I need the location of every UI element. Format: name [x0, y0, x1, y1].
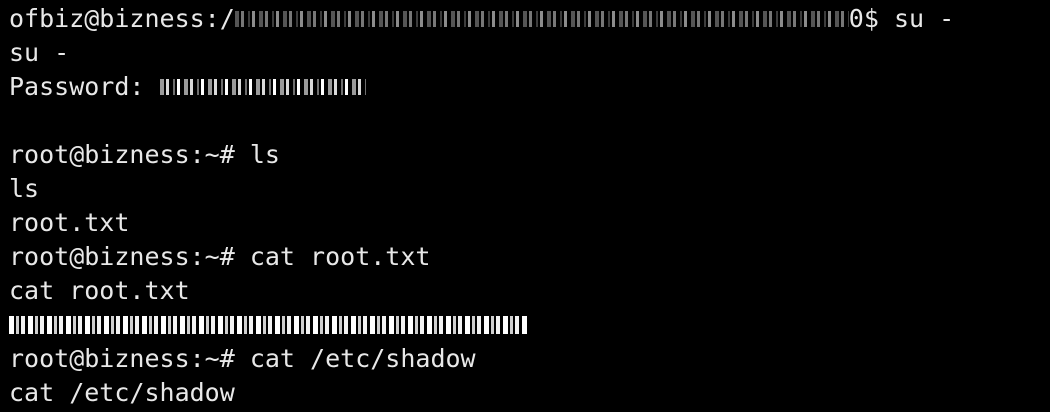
terminal-line: su - — [9, 36, 1050, 70]
terminal-line: ofbiz@bizness:/ 0$ su - — [9, 2, 1050, 36]
shell-prompt: root@bizness:~# — [9, 344, 235, 373]
command-text: cat /etc/shadow — [234, 344, 476, 373]
terminal-line — [9, 308, 1050, 342]
terminal-line: cat root.txt — [9, 274, 1050, 308]
command-text: cat root.txt — [234, 242, 431, 271]
redacted-password — [159, 79, 366, 95]
shell-prompt: ofbiz@bizness:/ — [9, 4, 235, 33]
output-text: ls — [9, 174, 40, 203]
terminal-line: Password: — [9, 70, 1050, 104]
shell-prompt: root@bizness:~# — [9, 242, 235, 271]
shell-prompt: root@bizness:~# — [9, 140, 235, 169]
prompt-suffix: 0$ — [848, 4, 879, 33]
terminal-line: cat /etc/shadow — [9, 376, 1050, 410]
password-label: Password: — [9, 72, 160, 101]
terminal-window[interactable]: ofbiz@bizness:/ 0$ su - su - Password: ro… — [0, 0, 1050, 412]
output-text: root.txt — [9, 208, 130, 237]
output-text: su - — [9, 38, 70, 67]
redacted-path — [234, 11, 849, 27]
command-text: ls — [234, 140, 280, 169]
terminal-line: root@bizness:~# ls — [9, 138, 1050, 172]
output-text: cat root.txt — [9, 276, 190, 305]
output-text: cat /etc/shadow — [9, 378, 235, 407]
terminal-line: root.txt — [9, 206, 1050, 240]
command-text: su - — [878, 4, 955, 33]
redacted-flag — [9, 316, 527, 334]
terminal-line: ls — [9, 172, 1050, 206]
terminal-line: root@bizness:~# cat root.txt — [9, 240, 1050, 274]
terminal-line: root@bizness:~# cat /etc/shadow — [9, 342, 1050, 376]
